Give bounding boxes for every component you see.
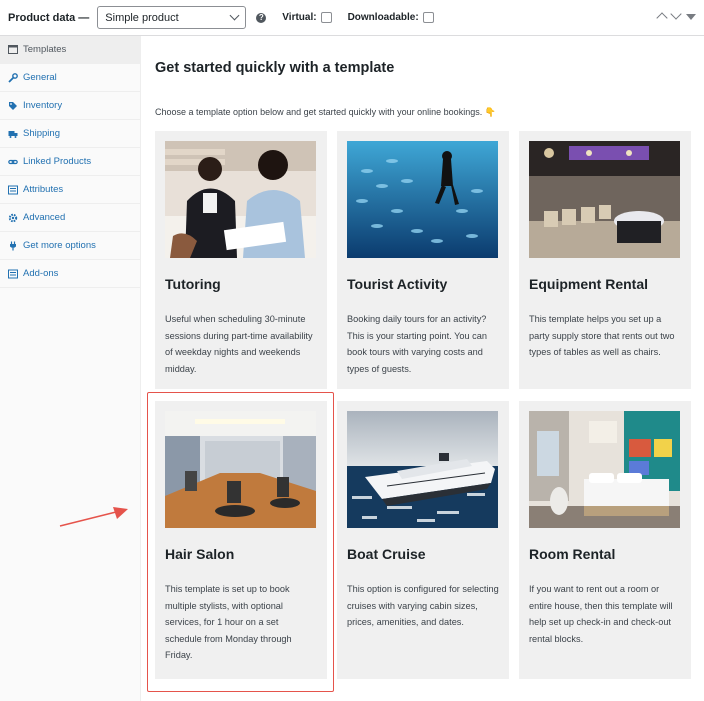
- tab-label: Linked Products: [23, 156, 92, 167]
- tab-label: Inventory: [23, 100, 63, 111]
- tab-inventory[interactable]: Inventory: [0, 92, 140, 120]
- tab-advanced[interactable]: Advanced: [0, 204, 140, 232]
- tab-general[interactable]: General: [0, 64, 140, 92]
- template-card-room-rental[interactable]: Room Rental If you want to rent out a ro…: [519, 401, 691, 679]
- product-type-value: Simple product: [105, 11, 179, 24]
- template-card-tutoring[interactable]: Tutoring Useful when scheduling 30-minut…: [155, 131, 327, 389]
- toggle-panel-icon[interactable]: [686, 14, 696, 20]
- card-title: Equipment Rental: [529, 276, 649, 292]
- tab-templates[interactable]: Templates: [0, 36, 140, 64]
- card-title: Room Rental: [529, 546, 616, 562]
- template-card-boat-cruise[interactable]: Boat Cruise This option is configured fo…: [337, 401, 509, 679]
- card-description: This template helps you set up a party s…: [529, 314, 675, 357]
- virtual-checkbox[interactable]: [320, 12, 332, 23]
- tourist-activity-image: [347, 141, 498, 258]
- tab-label: Advanced: [23, 212, 66, 223]
- help-icon[interactable]: ?: [256, 12, 267, 23]
- card-description: This option is configured for selecting …: [347, 584, 499, 627]
- move-down-icon[interactable]: [670, 8, 682, 20]
- tab-shipping[interactable]: Shipping: [0, 120, 140, 148]
- tab-label: General: [23, 72, 57, 83]
- card-title: Tourist Activity: [347, 276, 448, 292]
- tab-label: Shipping: [23, 128, 60, 139]
- tab-attributes[interactable]: Attributes: [0, 176, 140, 204]
- page-subtitle: Choose a template option below and get s…: [155, 107, 496, 117]
- virtual-label: Virtual:: [282, 12, 317, 23]
- product-data-label: Product data —: [8, 11, 90, 24]
- template-card-tourist-activity[interactable]: Tourist Activity Booking daily tours for…: [337, 131, 509, 389]
- panel-controls: [656, 8, 696, 24]
- virtual-option[interactable]: Virtual:: [282, 12, 332, 23]
- pointer-arrow-icon: [59, 507, 128, 527]
- list-icon: [8, 269, 18, 279]
- downloadable-checkbox[interactable]: [422, 12, 434, 23]
- highlight-box: [147, 392, 334, 692]
- card-description: Booking daily tours for an activity? Thi…: [347, 314, 487, 374]
- tab-get-more-options[interactable]: Get more options: [0, 232, 140, 260]
- tab-add-ons[interactable]: Add-ons: [0, 260, 140, 288]
- product-data-header: Product data — Simple product ? Virtual:…: [0, 0, 704, 36]
- downloadable-option[interactable]: Downloadable:: [348, 12, 434, 23]
- card-title: Boat Cruise: [347, 546, 426, 562]
- chevron-down-icon: [229, 10, 240, 21]
- product-data-tabs: Templates General Inventory Shipping Lin…: [0, 36, 141, 701]
- card-description: If you want to rent out a room or entire…: [529, 584, 673, 644]
- tab-label: Attributes: [23, 184, 64, 195]
- list-icon: [8, 185, 18, 195]
- template-card-equipment-rental[interactable]: Equipment Rental This template helps you…: [519, 131, 691, 389]
- card-title: Tutoring: [165, 276, 221, 292]
- tutoring-image: [165, 141, 316, 258]
- page-title: Get started quickly with a template: [155, 60, 395, 76]
- boat-cruise-image: [347, 411, 498, 528]
- tab-label: Templates: [23, 44, 67, 55]
- truck-icon: [8, 129, 18, 139]
- plug-icon: [8, 241, 18, 251]
- tab-linked-products[interactable]: Linked Products: [0, 148, 140, 176]
- tab-label: Add-ons: [23, 268, 59, 279]
- tab-label: Get more options: [23, 240, 96, 251]
- templates-icon: [8, 45, 18, 55]
- card-description: Useful when scheduling 30-minute session…: [165, 314, 313, 374]
- downloadable-label: Downloadable:: [347, 12, 419, 23]
- product-type-select[interactable]: Simple product: [97, 6, 247, 29]
- equipment-rental-image: [529, 141, 680, 258]
- gear-icon: [8, 213, 18, 223]
- room-rental-image: [529, 411, 680, 528]
- link-icon: [8, 157, 18, 167]
- wrench-icon: [8, 72, 18, 83]
- move-up-icon[interactable]: [656, 12, 668, 24]
- tag-icon: [8, 101, 18, 111]
